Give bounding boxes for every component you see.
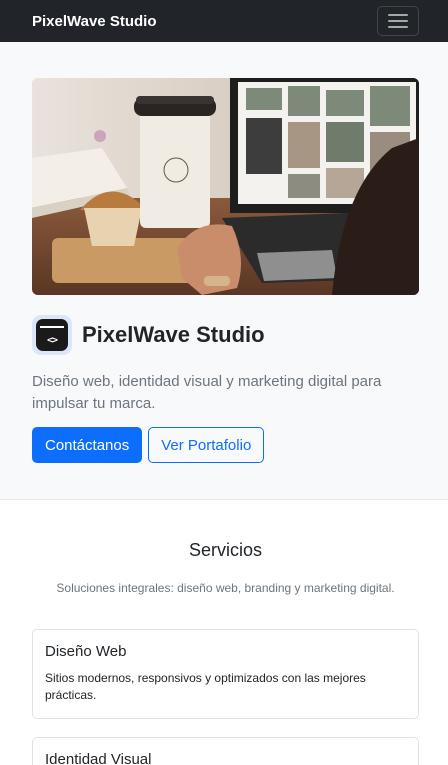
hero-subtitle: Diseño web, identidad visual y marketing… bbox=[32, 373, 382, 412]
hero-buttons: Contáctanos Ver Portafolio bbox=[32, 427, 419, 463]
hero-image bbox=[32, 78, 419, 295]
service-card-visual-identity: Identidad Visual bbox=[32, 737, 419, 765]
services-subtitle: Soluciones integrales: diseño web, brand… bbox=[56, 581, 395, 595]
services-title: Servicios bbox=[188, 540, 263, 560]
contact-button[interactable]: Contáctanos bbox=[32, 427, 143, 463]
service-card-text: Sitios modernos, responsivos y optimizad… bbox=[45, 671, 366, 702]
window-bar bbox=[40, 326, 64, 328]
hamburger-line bbox=[388, 26, 408, 28]
code-window-icon-inner: <> bbox=[36, 319, 68, 351]
service-card-title: Identidad Visual bbox=[45, 751, 152, 765]
hamburger-line bbox=[388, 14, 408, 16]
navbar-brand[interactable]: PixelWave Studio bbox=[32, 13, 156, 30]
service-card-title: Diseño Web bbox=[45, 643, 127, 660]
hero-title-row: <> PixelWave Studio bbox=[32, 315, 419, 355]
hamburger-line bbox=[388, 20, 408, 22]
hero-photo-illustration bbox=[32, 78, 419, 295]
navbar: PixelWave Studio bbox=[0, 0, 448, 42]
code-glyph: <> bbox=[46, 335, 58, 346]
code-window-icon: <> bbox=[32, 315, 72, 355]
hamburger-menu-icon[interactable] bbox=[377, 6, 419, 36]
hero-title: PixelWave Studio bbox=[82, 322, 265, 347]
portfolio-button[interactable]: Ver Portafolio bbox=[148, 427, 265, 463]
hero-section: <> PixelWave Studio Diseño web, identida… bbox=[0, 42, 448, 500]
service-card-web-design: Diseño Web Sitios modernos, responsivos … bbox=[32, 629, 419, 719]
services-section: Servicios Soluciones integrales: diseño … bbox=[0, 500, 448, 765]
